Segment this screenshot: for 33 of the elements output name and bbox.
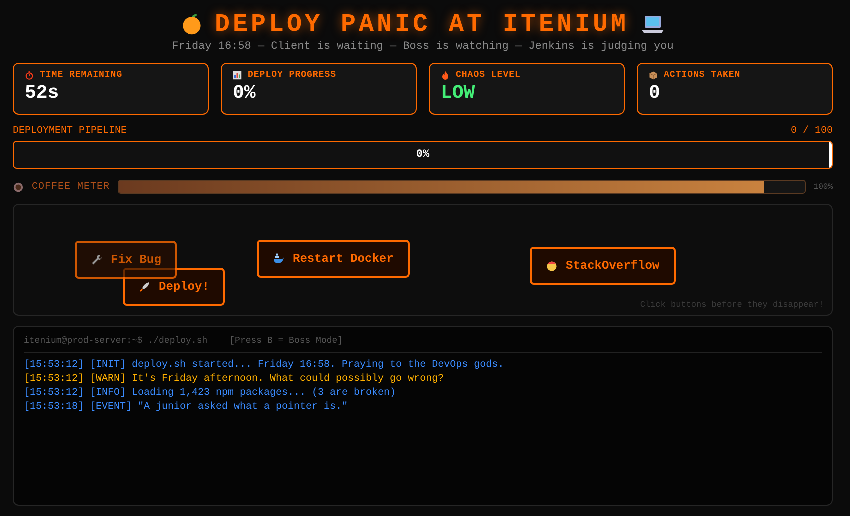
subtitle: Friday 16:58 — Client is waiting — Boss is watching — Jenkins is judging you — [172, 41, 674, 53]
stat-value: 52s — [25, 82, 60, 104]
action-button[interactable]: Fix Bug — [75, 241, 178, 279]
action-button[interactable]: StackOverflow — [530, 247, 676, 285]
stat-label: CHAOS LEVEL — [456, 70, 521, 80]
flame-icon — [441, 70, 450, 80]
terminal-prompt: itenium@prod-server:~$ ./deploy.sh — [24, 336, 208, 346]
stat-value: LOW — [441, 82, 476, 104]
coffee-cup-icon — [13, 182, 24, 192]
log-line: [15:53:12] [WARN] It's Friday afternoon. What could possibly go wrong? — [24, 373, 446, 387]
log-line: [15:53:18] [EVENT] "A junior asked what a pointer is." — [24, 401, 350, 415]
bar-chart-icon — [233, 70, 242, 80]
fruit-icon — [180, 13, 203, 35]
wrench-icon — [91, 254, 103, 266]
whale-icon — [273, 253, 285, 265]
pipeline-counter: 0 / 100 — [790, 126, 833, 137]
stopwatch-icon — [25, 70, 34, 80]
log-line: [15:53:12] [INIT] deploy.sh started... Friday 16:58. Praying to the DevOps gods. — [24, 359, 506, 373]
app-title: DEPLOY PANIC AT ITENIUM — [214, 10, 630, 38]
log-line: [15:53:12] [INFO] Loading 1,423 npm packages... (3 are broken) — [24, 387, 398, 401]
coffee-percent: 100% — [814, 182, 833, 192]
boss-mode-hint: [Press B = Boss Mode] — [230, 336, 344, 346]
stat-label: DEPLOY PROGRESS — [248, 70, 337, 80]
coffee-label: COFFEE METER — [32, 182, 110, 192]
stat-label: ACTIONS TAKEN — [664, 70, 741, 80]
action-button[interactable]: Deploy! — [123, 268, 226, 306]
box-icon — [649, 70, 658, 80]
pipeline-percent: 0% — [416, 149, 430, 161]
action-button[interactable]: Restart Docker — [257, 240, 410, 278]
stat-value: 0 — [649, 82, 662, 104]
stat-value: 0% — [233, 82, 257, 104]
stat-label: TIME REMAINING — [40, 70, 123, 80]
pipeline-label: DEPLOYMENT PIPELINE — [13, 126, 128, 137]
